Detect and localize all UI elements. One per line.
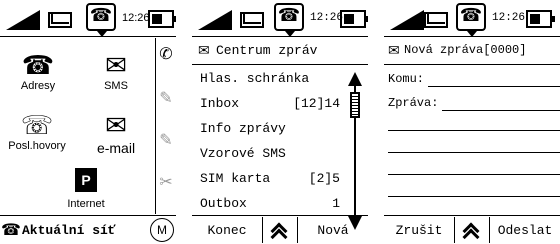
- scrollbar[interactable]: [348, 72, 362, 230]
- address-book-icon: ☎: [21, 50, 55, 80]
- signal-icon: [198, 10, 232, 30]
- app-posl-hovory[interactable]: ☏ Posl.hovory: [4, 110, 70, 152]
- app-internet[interactable]: P Internet: [56, 168, 116, 210]
- message-line[interactable]: [388, 130, 560, 131]
- network-icon: ☎: [1, 222, 21, 239]
- phone-icon[interactable]: ☎: [86, 3, 116, 37]
- phone-icon[interactable]: ☎: [456, 3, 486, 37]
- message-center-icon: ✉: [198, 42, 210, 58]
- battery-icon: [340, 10, 368, 28]
- list-item[interactable]: Hlas. schránka: [200, 66, 340, 91]
- odeslat-button[interactable]: Odeslat: [490, 223, 560, 238]
- app-label: Posl.hovory: [8, 140, 66, 152]
- menu-button[interactable]: [262, 217, 298, 244]
- to-label: Komu:: [388, 72, 425, 86]
- folder-list: Hlas. schránka Inbox [12]14 Info zprávy V…: [200, 66, 340, 216]
- email-icon: ✉: [105, 110, 127, 140]
- status-bar: ☎ 12:26: [192, 0, 368, 37]
- title-bar: ✉ Centrum zpráv: [192, 36, 368, 65]
- internet-icon: P: [75, 168, 97, 192]
- list-item[interactable]: Inbox [12]14: [200, 91, 340, 116]
- message-field[interactable]: [442, 110, 560, 111]
- scroll-thumb[interactable]: [350, 92, 360, 118]
- message-line[interactable]: [388, 152, 560, 153]
- softkey-bar: Zrušit Odeslat: [384, 215, 560, 244]
- clock: 12:26: [122, 12, 150, 24]
- softkey-bar: Konec Nová: [192, 215, 368, 244]
- recent-calls-icon: ☏: [20, 110, 54, 140]
- network-bar: ☎ Aktuální síť M: [0, 215, 176, 244]
- clock: 12:26: [492, 12, 526, 24]
- message-icon: [48, 12, 72, 28]
- signal-icon: [390, 10, 424, 30]
- app-label: Adresy: [20, 80, 56, 92]
- zrusit-button[interactable]: Zrušit: [384, 223, 454, 238]
- to-field[interactable]: [428, 86, 560, 87]
- message-icon: [424, 12, 448, 28]
- pencil-icon[interactable]: ✎: [158, 88, 174, 108]
- app-email[interactable]: ✉ e-mail: [78, 110, 154, 156]
- wrench-icon[interactable]: ✂: [158, 172, 174, 192]
- page-title: Nová zpráva[0000]: [404, 43, 527, 57]
- konec-button[interactable]: Konec: [192, 223, 262, 238]
- message-line[interactable]: [388, 174, 560, 175]
- app-label: Internet: [67, 198, 105, 210]
- clock: 12:26: [310, 12, 344, 24]
- new-message-screen: ☎ 12:26 ✉ Nová zpráva[0000] Komu: Zpráva…: [384, 0, 560, 244]
- motorola-logo-icon[interactable]: M: [150, 218, 174, 242]
- app-label: e-mail: [96, 140, 136, 156]
- list-item[interactable]: Info zprávy: [200, 116, 340, 141]
- status-bar: ☎ 12:26: [0, 0, 176, 37]
- home-screen: ☎ 12:26 ☎ Adresy ✉ SMS ☏ Posl.hovory ✉ e…: [0, 0, 176, 244]
- battery-icon: [526, 10, 555, 28]
- list-item[interactable]: SIM karta [2]5: [200, 166, 340, 191]
- list-item[interactable]: Outbox 1: [200, 191, 340, 216]
- battery-icon: [148, 10, 176, 28]
- app-label: SMS: [104, 80, 128, 92]
- app-sms[interactable]: ✉ SMS: [88, 50, 144, 92]
- phone-tab-icon[interactable]: ✆: [158, 44, 174, 64]
- paperclip-icon[interactable]: ✎: [158, 130, 174, 150]
- list-item[interactable]: Vzorové SMS: [200, 141, 340, 166]
- sms-icon: ✉: [105, 50, 127, 80]
- message-center-screen: ☎ 12:26 ✉ Centrum zpráv Hlas. schránka I…: [192, 0, 368, 244]
- envelope-icon: ✉: [388, 42, 400, 58]
- status-bar: ☎ 12:26: [384, 0, 560, 37]
- menu-button[interactable]: [454, 217, 490, 244]
- app-adresy[interactable]: ☎ Adresy: [10, 50, 66, 92]
- network-label: Aktuální síť: [22, 222, 116, 238]
- nova-button[interactable]: Nová: [298, 223, 368, 238]
- page-title: Centrum zpráv: [216, 43, 318, 58]
- message-icon: [240, 12, 264, 28]
- title-bar: ✉ Nová zpráva[0000]: [384, 36, 560, 65]
- signal-icon: [6, 10, 40, 30]
- side-tabs: ✆ ✎ ✎ ✂: [155, 38, 176, 214]
- phone-icon[interactable]: ☎: [274, 3, 304, 37]
- message-label: Zpráva:: [388, 96, 439, 110]
- message-line[interactable]: [388, 196, 560, 197]
